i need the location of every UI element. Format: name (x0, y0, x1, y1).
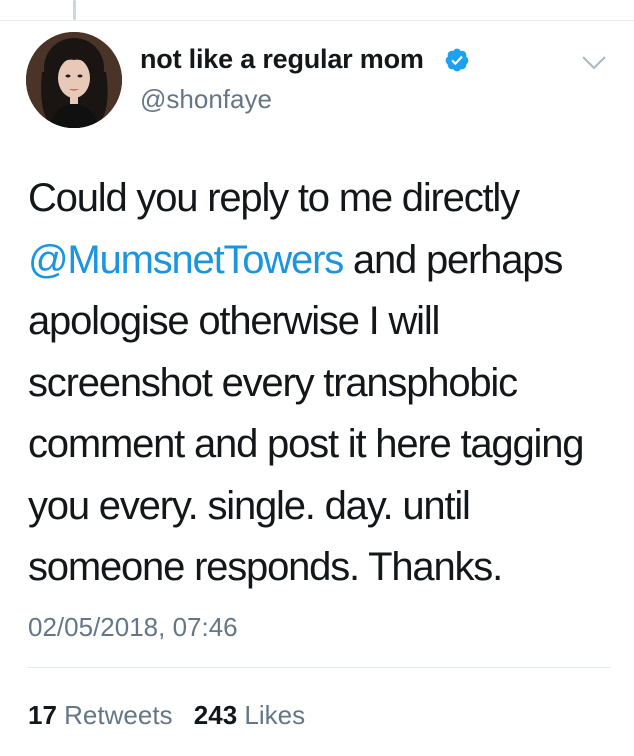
retweets-count: 17 (28, 700, 57, 730)
chevron-down-icon[interactable] (581, 54, 607, 72)
tweet-line: apologise otherwise I will (28, 299, 440, 343)
tweet-line: you every. single. day. until (28, 483, 471, 528)
tweet-line-text: and perhaps (343, 237, 563, 282)
tweet-line: someone responds. Thanks. (28, 545, 503, 589)
likes-count: 243 (193, 700, 238, 730)
tweet-stats: 17 Retweets 243 Likes (28, 700, 319, 731)
tweet-timestamp[interactable]: 02/05/2018, 07:46 (28, 612, 238, 643)
thread-connector-line (73, 0, 76, 20)
likes-stat[interactable]: 243 Likes (194, 700, 305, 731)
tweet-line: Could you reply to me directly (28, 176, 520, 220)
verified-badge-icon (445, 48, 469, 72)
author-display-name[interactable]: not like a regular mom (140, 44, 424, 75)
mention-link[interactable]: @MumsnetTowers (28, 238, 344, 282)
retweets-label: Retweets (64, 700, 173, 730)
tweet-line: @MumsnetTowers and perhaps (28, 230, 623, 292)
avatar[interactable] (26, 32, 122, 128)
stats-divider (28, 667, 610, 668)
retweets-stat[interactable]: 17 Retweets (28, 700, 173, 731)
likes-label: Likes (244, 700, 306, 730)
top-divider (0, 20, 634, 21)
author-handle[interactable]: @shonfaye (140, 84, 272, 115)
tweet-text: Could you reply to me directly @MumsnetT… (28, 168, 623, 599)
tweet-line: comment and post it here tagging (28, 422, 584, 466)
tweet-line: screenshot every transphobic (28, 360, 518, 405)
